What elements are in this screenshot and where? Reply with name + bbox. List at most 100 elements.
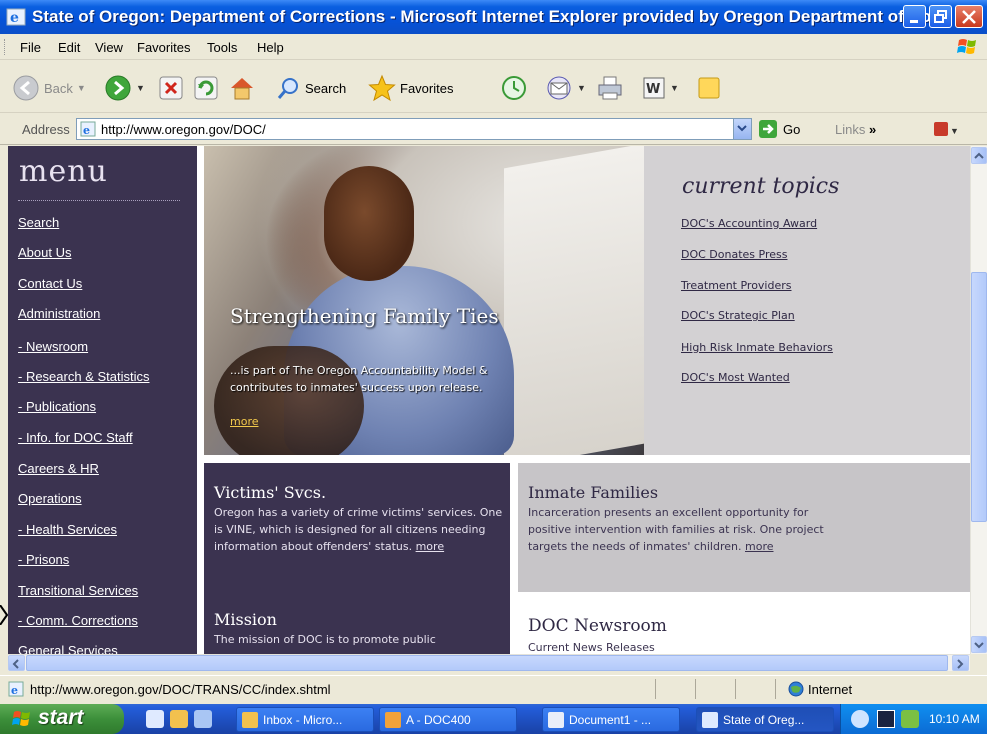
windows-logo-icon: [957, 39, 976, 54]
quicklaunch-outlook-icon[interactable]: [170, 710, 188, 728]
scroll-up-button[interactable]: [971, 147, 987, 164]
chevron-left-icon: [12, 659, 19, 669]
topic-link[interactable]: DOC's Most Wanted: [681, 371, 790, 384]
menu-link-about-us[interactable]: About Us: [18, 245, 71, 260]
status-divider: [655, 679, 656, 699]
go-button[interactable]: Go: [758, 118, 800, 140]
topic-link[interactable]: Treatment Providers: [681, 279, 792, 292]
note-icon: [698, 77, 720, 99]
maximize-button[interactable]: [929, 5, 952, 28]
taskbar-button-state-of-oregon[interactable]: State of Oreg...: [696, 707, 834, 732]
address-dropdown-button[interactable]: [733, 119, 751, 139]
address-label: Address: [22, 122, 70, 137]
chevron-down-icon: [737, 125, 747, 132]
search-button[interactable]: Search: [275, 73, 346, 103]
menu-link-contact-us[interactable]: Contact Us: [18, 276, 82, 291]
mail-button[interactable]: ▼: [545, 73, 586, 103]
victims-text: Oregon has a variety of crime victims' s…: [214, 506, 503, 553]
menu-link-general-services[interactable]: General Services: [18, 643, 118, 654]
home-icon: [231, 78, 253, 100]
vertical-scroll-thumb[interactable]: [971, 272, 987, 522]
edit-dropdown-icon[interactable]: ▼: [670, 83, 679, 93]
horizontal-scrollbar[interactable]: [8, 654, 970, 671]
outlook-icon: [242, 712, 258, 728]
menu-link-administration[interactable]: Administration: [18, 306, 100, 321]
taskbar-button-document1[interactable]: Document1 - ...: [542, 707, 680, 732]
menu-link-transitional-services[interactable]: Transitional Services: [18, 583, 138, 598]
menu-link-prisons[interactable]: - Prisons: [18, 552, 69, 567]
status-divider: [695, 679, 696, 699]
scroll-left-button[interactable]: [8, 655, 25, 671]
menu-link-comm-corrections[interactable]: - Comm. Corrections: [18, 613, 138, 628]
menu-link-info-doc-staff[interactable]: - Info. for DOC Staff: [18, 430, 133, 445]
topic-link[interactable]: DOC Donates Press: [681, 248, 787, 261]
word-icon: W: [643, 77, 665, 99]
minimize-button[interactable]: [903, 5, 926, 28]
forward-dropdown-icon[interactable]: ▼: [136, 83, 145, 93]
menu-link-newsroom[interactable]: - Newsroom: [18, 339, 88, 354]
links-label: Links: [835, 122, 866, 137]
quicklaunch-ie-icon[interactable]: [146, 710, 164, 728]
inmate-families-more-link[interactable]: more: [745, 540, 774, 553]
menu-favorites[interactable]: Favorites: [137, 40, 190, 55]
window-title: State of Oregon: Department of Correctio…: [32, 7, 952, 26]
close-button[interactable]: [955, 5, 983, 28]
menu-tools[interactable]: Tools: [207, 40, 237, 55]
hero-more-link[interactable]: more: [230, 415, 259, 428]
forward-button[interactable]: ▼: [104, 73, 145, 103]
print-button[interactable]: [596, 73, 624, 103]
tray-network-icon[interactable]: [877, 710, 895, 728]
address-input[interactable]: e http://www.oregon.gov/DOC/: [76, 118, 752, 140]
topic-link[interactable]: DOC's Strategic Plan: [681, 309, 795, 322]
topic-link[interactable]: DOC's Accounting Award: [681, 217, 817, 230]
toolbar-extra-icon[interactable]: ▼: [932, 120, 960, 140]
menu-link-operations[interactable]: Operations: [18, 491, 82, 506]
victims-more-link[interactable]: more: [416, 540, 445, 553]
menu-link-health-services[interactable]: - Health Services: [18, 522, 117, 537]
back-dropdown-icon[interactable]: ▼: [77, 83, 86, 93]
messenger-button[interactable]: [697, 73, 721, 103]
menu-link-search[interactable]: Search: [18, 215, 59, 230]
cursor-edge-icon: [0, 605, 8, 625]
doc-newsroom-panel: DOC Newsroom Current News Releases: [518, 592, 970, 654]
hero-banner: Strengthening Family Ties ...is part of …: [204, 146, 644, 455]
tray-expand-icon[interactable]: [851, 710, 869, 728]
favorites-button[interactable]: Favorites: [368, 73, 453, 103]
menu-link-publications[interactable]: - Publications: [18, 399, 96, 414]
taskbar-button-doc400[interactable]: A - DOC400: [379, 707, 517, 732]
scroll-right-button[interactable]: [952, 655, 969, 671]
task-label: Inbox - Micro...: [263, 713, 343, 727]
mail-dropdown-icon[interactable]: ▼: [577, 83, 586, 93]
newsroom-text[interactable]: Current News Releases: [528, 641, 655, 654]
page-status-icon: e: [8, 681, 24, 697]
forward-arrow-icon: [105, 75, 131, 101]
menu-edit[interactable]: Edit: [58, 40, 80, 55]
menu-view[interactable]: View: [95, 40, 123, 55]
refresh-button[interactable]: [193, 73, 219, 103]
edit-word-button[interactable]: W ▼: [642, 73, 679, 103]
menu-link-research-statistics[interactable]: - Research & Statistics: [18, 369, 150, 384]
scroll-down-button[interactable]: [971, 636, 987, 653]
menu-title: menu: [19, 154, 108, 189]
history-button[interactable]: [500, 73, 528, 103]
title-bar[interactable]: e State of Oregon: Department of Correct…: [0, 0, 987, 34]
tray-app-icon[interactable]: [901, 710, 919, 728]
vertical-scrollbar[interactable]: [970, 146, 987, 654]
home-button[interactable]: [228, 73, 256, 103]
refresh-icon: [194, 76, 218, 100]
hero-title: Strengthening Family Ties: [230, 304, 499, 328]
menu-help[interactable]: Help: [257, 40, 284, 55]
taskbar-button-inbox[interactable]: Inbox - Micro...: [236, 707, 374, 732]
quicklaunch-browser-icon[interactable]: [194, 710, 212, 728]
links-toolbar[interactable]: Links »: [835, 122, 876, 137]
horizontal-scroll-thumb[interactable]: [26, 655, 948, 671]
topic-link[interactable]: High Risk Inmate Behaviors: [681, 341, 833, 354]
menu-file[interactable]: File: [20, 40, 41, 55]
menu-link-careers-hr[interactable]: Careers & HR: [18, 461, 99, 476]
clock[interactable]: 10:10 AM: [929, 712, 980, 726]
address-url[interactable]: http://www.oregon.gov/DOC/: [101, 122, 266, 137]
stop-button[interactable]: [158, 73, 184, 103]
svg-text:e: e: [11, 684, 18, 697]
start-button[interactable]: start: [0, 704, 124, 734]
back-button[interactable]: Back ▼: [12, 73, 86, 103]
